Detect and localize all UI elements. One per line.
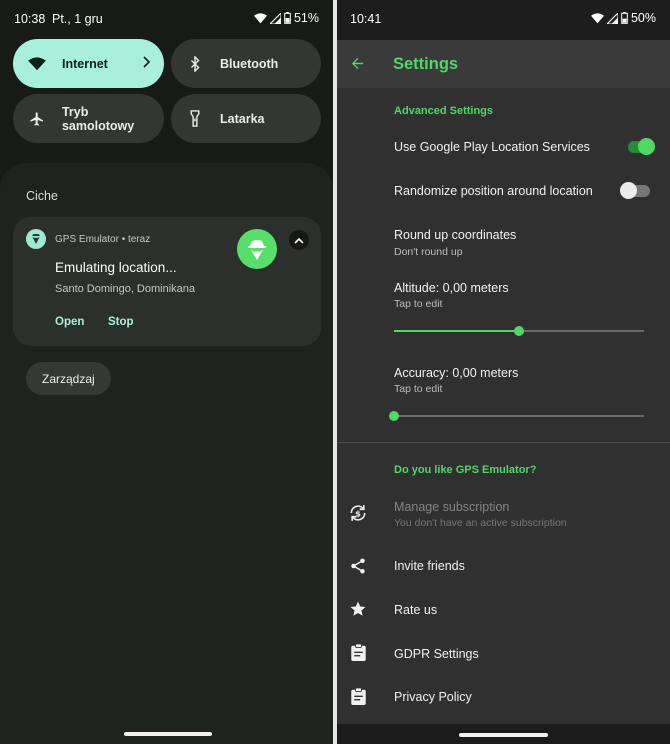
accuracy-slider[interactable] (389, 411, 644, 421)
clipboard-icon (348, 686, 368, 706)
chevron-up-icon (294, 237, 304, 244)
notification-card[interactable]: GPS Emulator • teraz Emulating location.… (13, 217, 321, 346)
section-divider (337, 442, 670, 443)
wifi-signal-icon (253, 12, 267, 24)
back-arrow-icon[interactable] (349, 55, 366, 77)
wifi-icon (26, 56, 48, 71)
pref-title: Manage subscription (394, 500, 510, 514)
tile-internet[interactable]: Internet (13, 39, 164, 88)
google-play-switch-thumb[interactable] (638, 138, 655, 155)
notification-subtitle: Santo Domingo, Dominikana (55, 283, 196, 295)
status-time: 10:41 (350, 12, 382, 26)
star-icon (348, 599, 368, 619)
notification-shade: 10:38 Pt., 1 gru 51% Internet Bluetooth (0, 0, 333, 744)
battery-icon (284, 12, 291, 24)
altitude-slider-fill (394, 330, 519, 332)
tile-label: Bluetooth (220, 56, 279, 71)
bluetooth-icon (184, 55, 206, 72)
manage-notifications-button[interactable]: Zarządzaj (26, 362, 111, 395)
app-bar: Settings (337, 40, 670, 88)
status-bar: 10:41 50% (337, 0, 670, 40)
tile-bluetooth[interactable]: Bluetooth (171, 39, 321, 88)
gps-emulator-app-icon (26, 229, 46, 249)
collapse-notification-button[interactable] (289, 230, 309, 250)
accuracy-slider-thumb[interactable] (389, 411, 399, 421)
home-gesture-bar[interactable] (124, 732, 212, 736)
wifi-signal-icon (590, 12, 604, 24)
altitude-slider-thumb[interactable] (514, 326, 524, 336)
category-advanced-settings: Advanced Settings (394, 105, 494, 117)
notification-open-button[interactable]: Open (55, 316, 84, 328)
airplane-icon (26, 111, 48, 127)
settings-screen: 10:41 50% Settings Advanced Settings Use… (337, 0, 670, 744)
pref-title: GDPR Settings (394, 647, 479, 661)
pref-title: Privacy Policy (394, 690, 472, 704)
tile-label: Latarka (220, 111, 265, 126)
category-feedback: Do you like GPS Emulator? (394, 464, 537, 476)
randomize-switch-thumb[interactable] (620, 182, 637, 199)
share-icon (348, 556, 368, 576)
status-bar: 10:38 Pt., 1 gru 51% (0, 0, 333, 38)
battery-percent: 51% (293, 11, 319, 25)
pref-title: Invite friends (394, 559, 465, 573)
subscription-sync-icon: $ (348, 503, 368, 523)
pref-title: Round up coordinates (394, 228, 517, 242)
pref-summary: Tap to edit (394, 298, 443, 310)
page-title: Settings (393, 55, 459, 73)
battery-percent: 50% (630, 11, 656, 25)
flashlight-icon (184, 110, 206, 127)
status-time: 10:38 (14, 12, 46, 26)
home-gesture-bar[interactable] (459, 733, 548, 737)
section-label-silent: Ciche (26, 189, 58, 203)
tile-flashlight[interactable]: Latarka (171, 94, 321, 143)
spy-agent-icon (237, 229, 277, 269)
notification-stop-button[interactable]: Stop (108, 316, 134, 328)
battery-icon (621, 12, 628, 24)
cell-signal-icon (606, 12, 618, 24)
pref-title: Randomize position around location (394, 184, 593, 198)
tile-airplane-mode[interactable]: Tryb samolotowy (13, 94, 164, 143)
notification-app-line: GPS Emulator • teraz (55, 234, 151, 245)
pref-summary: Don't round up (394, 246, 463, 258)
notification-title: Emulating location... (55, 260, 177, 275)
pref-title: Rate us (394, 603, 438, 617)
svg-text:$: $ (355, 508, 361, 518)
cell-signal-icon (269, 12, 281, 24)
pref-summary: You don't have an active subscription (394, 517, 567, 529)
pref-title: Accuracy: 0,00 meters (394, 366, 519, 380)
pref-title: Use Google Play Location Services (394, 140, 590, 154)
chevron-right-icon (143, 56, 151, 71)
pref-summary: Tap to edit (394, 383, 443, 395)
altitude-slider[interactable] (394, 326, 644, 336)
tile-label: Tryb samolotowy (61, 104, 135, 133)
tile-label: Internet (62, 56, 108, 71)
status-date: Pt., 1 gru (52, 12, 103, 26)
pref-title: Altitude: 0,00 meters (394, 281, 509, 295)
clipboard-icon (348, 642, 368, 662)
